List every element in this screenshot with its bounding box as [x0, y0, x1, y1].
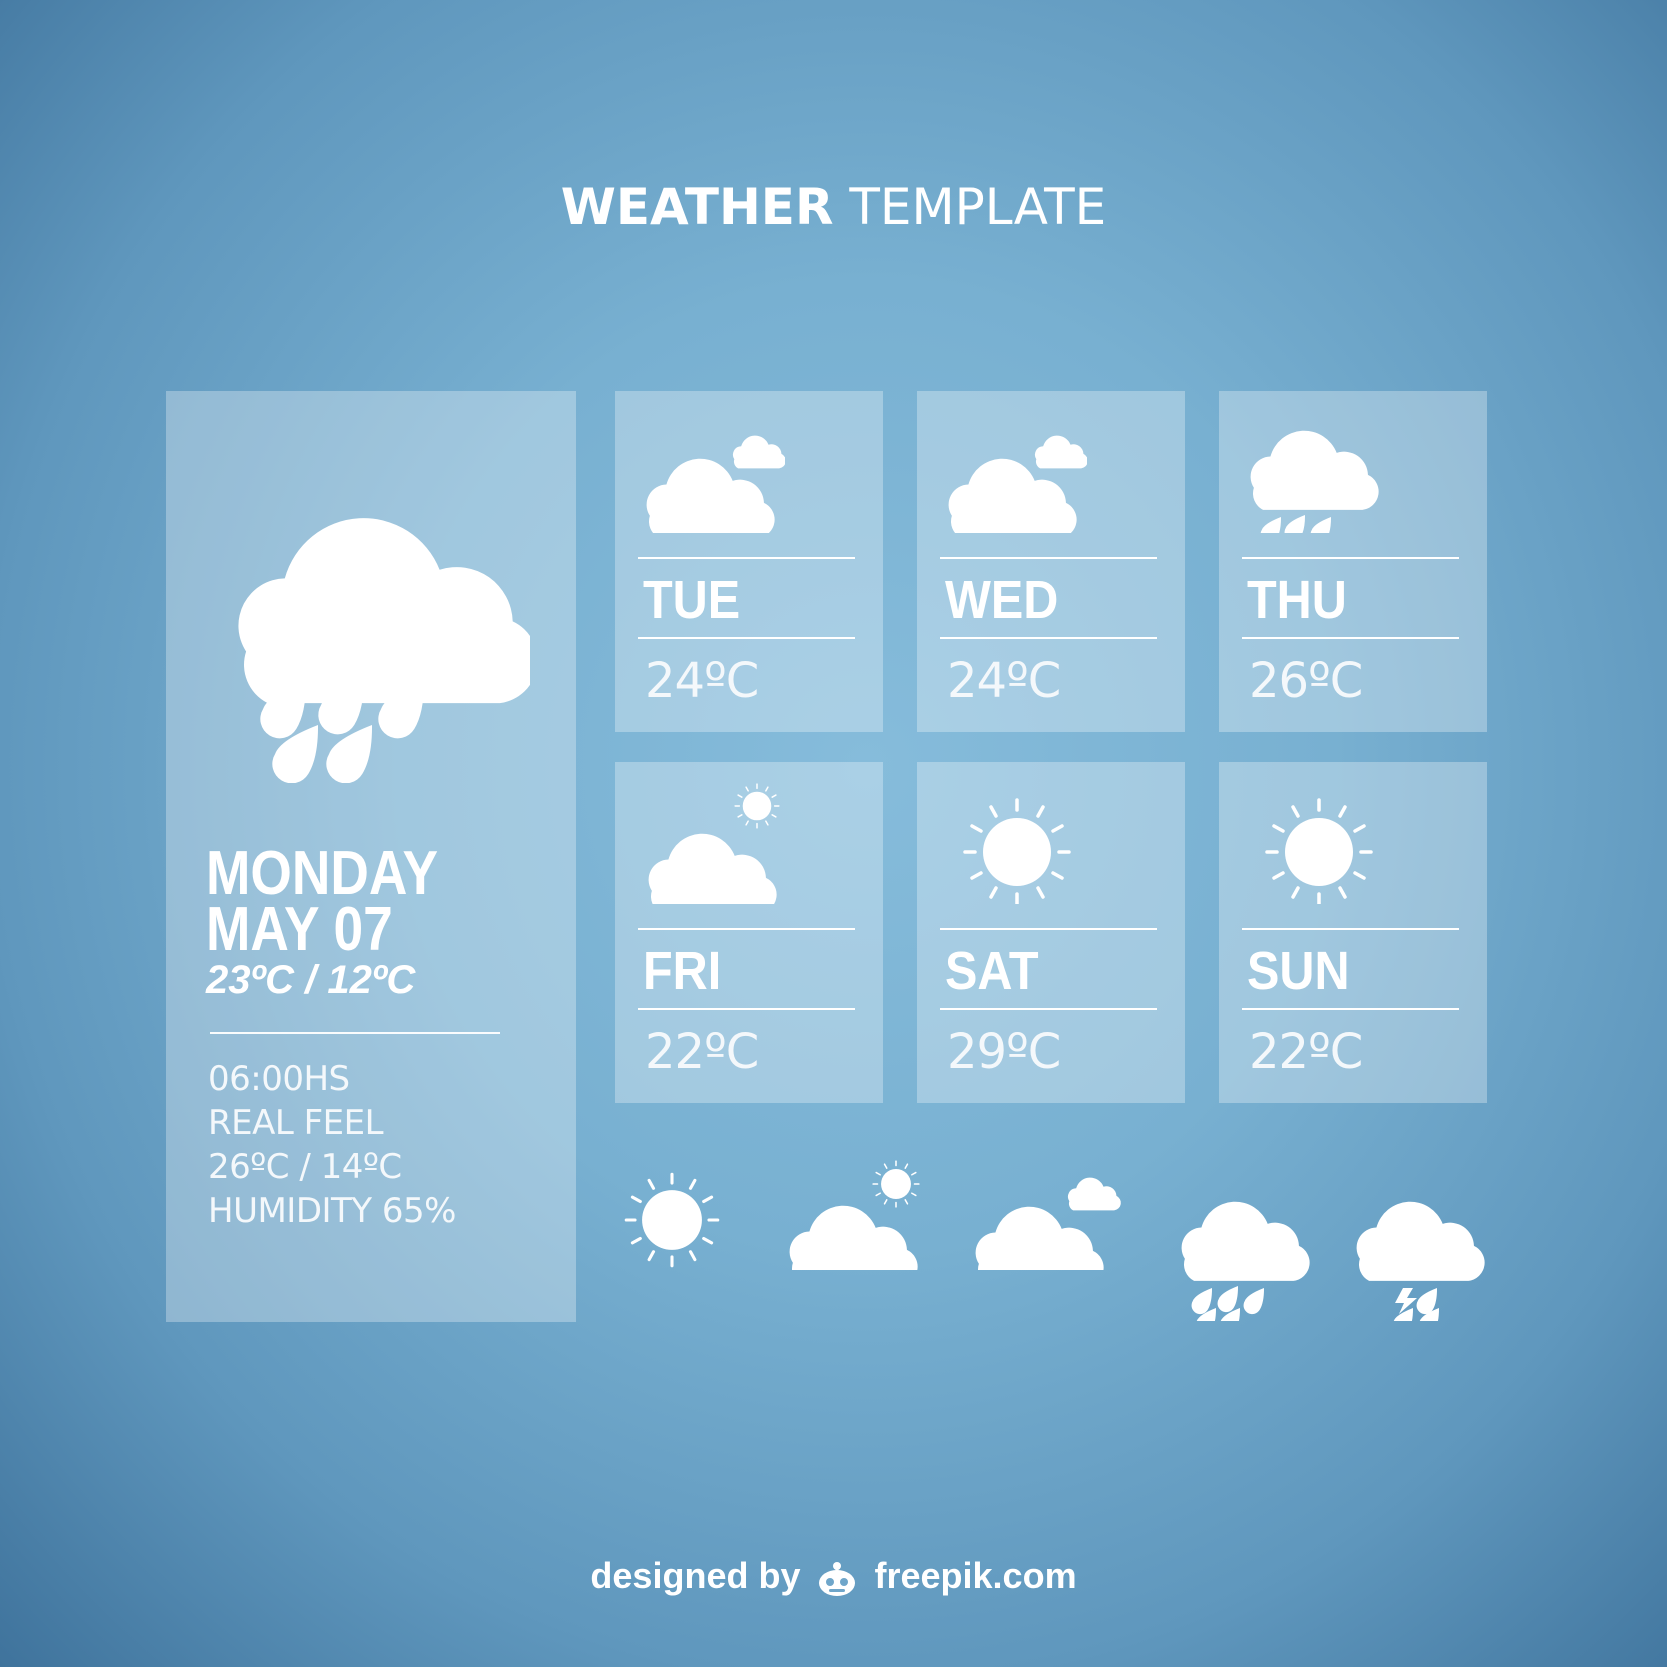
divider	[638, 557, 855, 559]
divider	[940, 637, 1157, 639]
forecast-temp: 26ºC	[1249, 653, 1363, 709]
divider	[1242, 557, 1459, 559]
forecast-day: FRI	[643, 941, 722, 1001]
cloudy-icon	[975, 1177, 1121, 1270]
real-feel-label: REAL FEEL	[208, 1103, 384, 1143]
forecast-day: WED	[945, 570, 1059, 630]
page-title: WEATHER TEMPLATE	[0, 178, 1667, 236]
divider	[940, 928, 1157, 930]
real-feel-value: 26ºC / 14ºC	[208, 1147, 402, 1187]
divider	[1242, 1008, 1459, 1010]
forecast-temp: 22ºC	[645, 1024, 759, 1080]
today-date: MAY 07	[206, 895, 393, 964]
divider	[638, 928, 855, 930]
rain-cloud-icon	[238, 518, 530, 783]
forecast-card-fri[interactable]: FRI 22ºC	[615, 762, 883, 1103]
divider	[1242, 928, 1459, 930]
forecast-day: TUE	[643, 570, 741, 630]
forecast-temp: 29ºC	[947, 1024, 1061, 1080]
today-temp-range: 23ºC / 12ºC	[206, 958, 416, 1002]
forecast-card-thu[interactable]: THU 26ºC	[1219, 391, 1487, 732]
divider	[1242, 637, 1459, 639]
forecast-card-sat[interactable]: SAT 29ºC	[917, 762, 1185, 1103]
cloud-sun-icon	[789, 1160, 920, 1270]
forecast-card-sun[interactable]: SUN 22ºC	[1219, 762, 1487, 1103]
cloud-sun-icon	[648, 783, 780, 904]
title-light: TEMPLATE	[849, 178, 1107, 236]
divider	[638, 637, 855, 639]
divider	[638, 1008, 855, 1010]
forecast-temp: 24ºC	[645, 653, 759, 709]
credit-prefix: designed by	[590, 1555, 801, 1596]
partly-cloudy-icon	[646, 435, 785, 533]
divider	[940, 557, 1157, 559]
sun-icon	[624, 1172, 720, 1268]
divider	[210, 1032, 500, 1034]
forecast-card-wed[interactable]: WED 24ºC	[917, 391, 1185, 732]
humidity: HUMIDITY 65%	[208, 1191, 456, 1231]
storm-cloud-icon	[1356, 1201, 1485, 1321]
forecast-day: SAT	[945, 941, 1039, 1001]
credit[interactable]: designed by freepik.com	[0, 1555, 1667, 1598]
forecast-temp: 24ºC	[947, 653, 1061, 709]
divider	[940, 1008, 1157, 1010]
forecast-card-tue[interactable]: TUE 24ºC	[615, 391, 883, 732]
forecast-day: THU	[1247, 570, 1347, 630]
today-card[interactable]: MONDAY MAY 07 23ºC / 12ºC 06:00HS REAL F…	[166, 391, 576, 1322]
forecast-day: SUN	[1247, 941, 1350, 1001]
forecast-temp: 22ºC	[1249, 1024, 1363, 1080]
rain-cloud-icon	[1250, 430, 1379, 533]
title-bold: WEATHER	[560, 178, 834, 236]
sun-icon	[963, 798, 1071, 904]
partly-cloudy-icon	[948, 435, 1087, 533]
today-time: 06:00HS	[208, 1059, 350, 1099]
credit-brand: freepik.com	[874, 1555, 1077, 1596]
rain-cloud-icon	[1181, 1201, 1310, 1321]
sun-icon	[1265, 798, 1373, 904]
freepik-logo-icon	[819, 1562, 856, 1597]
